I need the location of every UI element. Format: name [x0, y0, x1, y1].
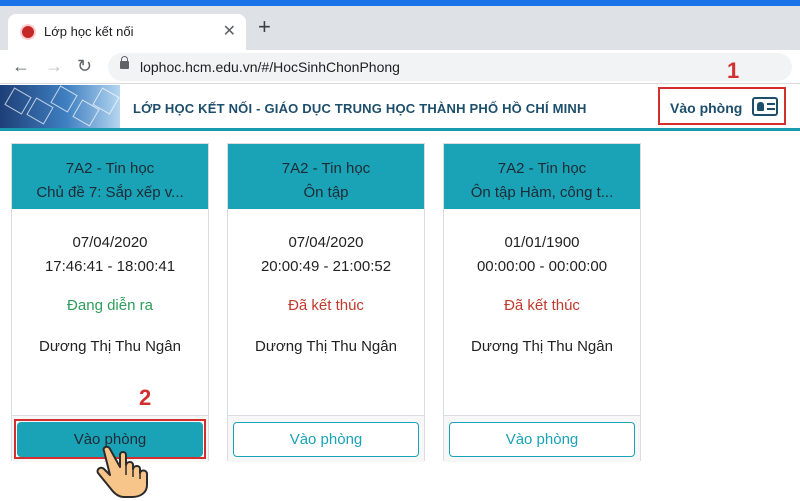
room-date: 01/01/1900: [504, 234, 580, 251]
room-card-header: 7A2 - Tin học Chủ đề 7: Sắp xếp v...: [12, 144, 208, 209]
room-status: Đã kết thúc: [288, 297, 364, 314]
header-join-room-label: Vào phòng: [670, 100, 743, 116]
annotation-number-2: 2: [139, 385, 152, 410]
room-topic: Ôn tập: [303, 184, 349, 201]
banner-hexagon-graphic: [0, 85, 120, 128]
room-date: 07/04/2020: [288, 234, 364, 251]
room-card-header: 7A2 - Tin học Ôn tập Hàm, công t...: [444, 144, 640, 209]
room-card: 7A2 - Tin học Chủ đề 7: Sắp xếp v... 07/…: [11, 143, 209, 462]
room-teacher: Dương Thị Thu Ngân: [255, 338, 397, 355]
join-room-button[interactable]: Vào phòng: [233, 422, 419, 457]
close-tab-icon[interactable]: ✕: [223, 21, 236, 41]
reload-icon[interactable]: ↻: [77, 56, 92, 76]
join-room-button[interactable]: Vào phòng: [449, 422, 635, 457]
room-topic: Chủ đề 7: Sắp xếp v...: [36, 184, 184, 201]
address-bar[interactable]: lophoc.hcm.edu.vn/#/HocSinhChonPhong: [108, 53, 792, 81]
tab-strip: Lớp học kết nối ✕ +: [0, 6, 800, 50]
room-card-footer: Vào phòng: [444, 415, 640, 462]
room-time: 00:00:00 - 00:00:00: [476, 258, 608, 275]
room-card: 7A2 - Tin học Ôn tập Hàm, công t... 01/0…: [443, 143, 641, 462]
annotation-number-1: 1: [727, 58, 740, 83]
room-topic: Ôn tập Hàm, công t...: [470, 184, 614, 201]
room-class-name: 7A2 - Tin học: [65, 160, 155, 177]
hand-pointer-icon: [96, 445, 148, 498]
id-card-icon: [752, 97, 778, 116]
back-arrow-icon[interactable]: ←: [12, 56, 30, 76]
site-title: LỚP HỌC KẾT NỐI - GIÁO DỤC TRUNG HỌC THÀ…: [133, 101, 587, 116]
header-join-room-button[interactable]: Vào phòng: [658, 87, 786, 125]
lock-icon[interactable]: [120, 56, 129, 69]
room-status: Đang diễn ra: [67, 297, 153, 314]
room-time: 20:00:49 - 21:00:52: [260, 258, 392, 275]
room-teacher: Dương Thị Thu Ngân: [471, 338, 613, 355]
room-class-name: 7A2 - Tin học: [497, 160, 587, 177]
site-header: LỚP HỌC KẾT NỐI - GIÁO DỤC TRUNG HỌC THÀ…: [0, 85, 800, 131]
room-card-footer: Vào phòng: [228, 415, 424, 462]
new-tab-button[interactable]: +: [258, 16, 271, 38]
site-favicon-icon: [20, 24, 36, 40]
room-card: 7A2 - Tin học Ôn tập 07/04/2020 20:00:49…: [227, 143, 425, 462]
room-status: Đã kết thúc: [504, 297, 580, 314]
tab-title: Lớp học kết nối: [44, 24, 134, 39]
room-time: 17:46:41 - 18:00:41: [44, 258, 176, 275]
forward-arrow-icon[interactable]: →: [45, 56, 63, 76]
browser-tab[interactable]: Lớp học kết nối ✕: [8, 14, 246, 50]
room-card-header: 7A2 - Tin học Ôn tập: [228, 144, 424, 209]
url-text[interactable]: lophoc.hcm.edu.vn/#/HocSinhChonPhong: [140, 59, 400, 75]
room-date: 07/04/2020: [72, 234, 148, 251]
browser-toolbar: ← → ↻ lophoc.hcm.edu.vn/#/HocSinhChonPho…: [0, 50, 800, 84]
room-teacher: Dương Thị Thu Ngân: [39, 338, 181, 355]
room-class-name: 7A2 - Tin học: [281, 160, 371, 177]
